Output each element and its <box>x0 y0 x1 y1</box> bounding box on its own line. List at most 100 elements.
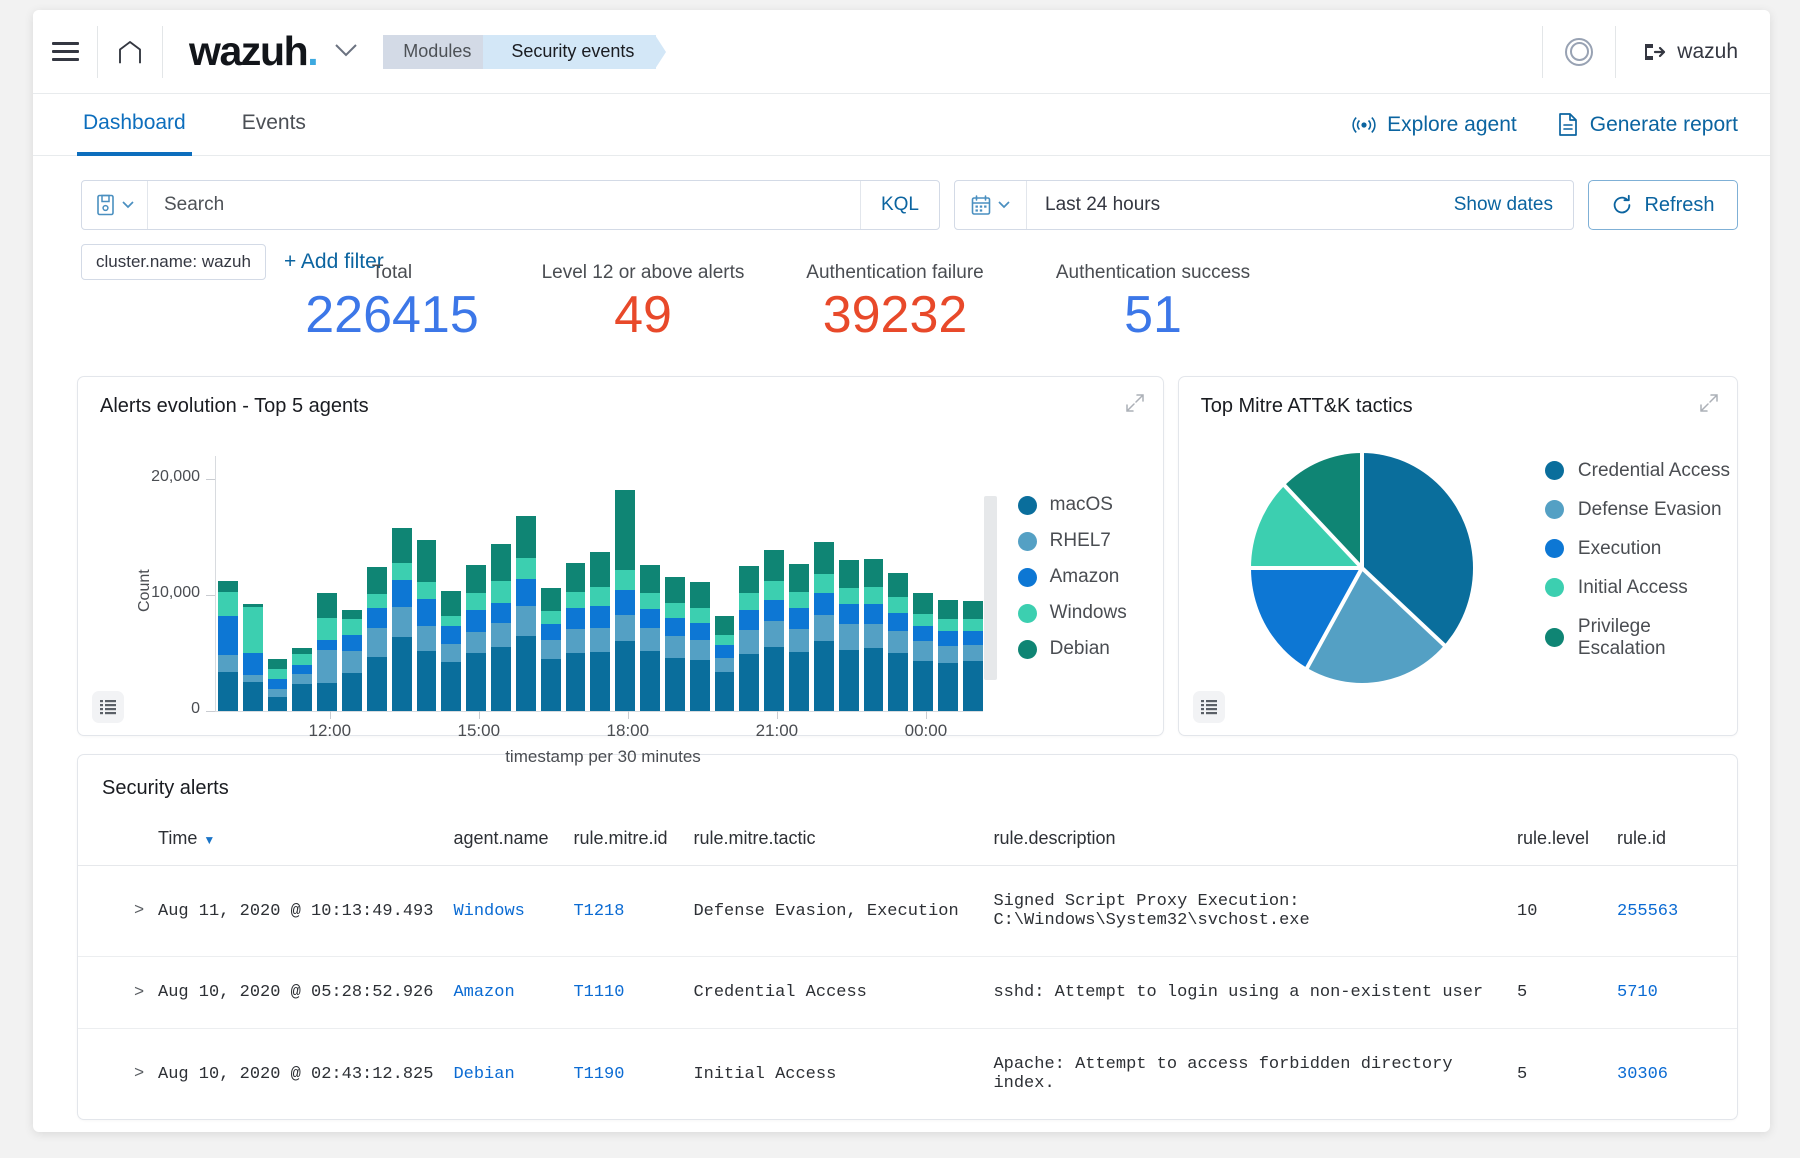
table-row[interactable]: >Aug 10, 2020 @ 02:43:12.825DebianT1190I… <box>78 1029 1737 1120</box>
help-button[interactable] <box>1543 10 1615 94</box>
bar[interactable] <box>317 593 337 711</box>
bar[interactable] <box>268 659 288 711</box>
rule-id-link[interactable]: 30306 <box>1617 1065 1668 1084</box>
bar[interactable] <box>739 566 759 711</box>
bar-segment <box>566 563 586 592</box>
row-expand-caret-icon[interactable]: > <box>134 1065 144 1084</box>
user-menu-button[interactable]: wazuh <box>1616 10 1770 94</box>
mitre-id-link[interactable]: T1190 <box>573 1065 624 1084</box>
legend-color-dot <box>1018 496 1037 515</box>
bar[interactable] <box>764 550 784 711</box>
bar[interactable] <box>690 582 710 711</box>
legend-item[interactable]: Initial Access <box>1545 577 1737 599</box>
x-axis-tick <box>628 711 629 719</box>
legend-item[interactable]: Windows <box>1018 602 1127 624</box>
agent-name-link[interactable]: Amazon <box>453 983 514 1002</box>
bar[interactable] <box>864 559 884 711</box>
bar[interactable] <box>516 516 536 711</box>
bar[interactable] <box>888 573 908 711</box>
table-header-agent-name[interactable]: agent.name <box>443 816 563 866</box>
calendar-quick-select-button[interactable] <box>955 181 1027 229</box>
generate-report-button[interactable]: Generate report <box>1557 112 1738 137</box>
bar[interactable] <box>541 588 561 711</box>
legend-item[interactable]: Amazon <box>1018 566 1127 588</box>
bar[interactable] <box>913 593 933 711</box>
show-dates-button[interactable]: Show dates <box>1434 181 1573 229</box>
table-row[interactable]: >Aug 10, 2020 @ 05:28:52.926AmazonT1110C… <box>78 957 1737 1029</box>
bar-segment <box>913 614 933 627</box>
saved-query-button[interactable] <box>82 181 148 229</box>
mitre-id-link[interactable]: T1218 <box>573 902 624 921</box>
bar[interactable] <box>367 567 387 711</box>
legend-item[interactable]: Defense Evasion <box>1545 499 1737 521</box>
bar[interactable] <box>615 490 635 711</box>
legend-item[interactable]: Credential Access <box>1545 460 1737 482</box>
expand-icon[interactable] <box>1125 393 1145 418</box>
tab-events[interactable]: Events <box>236 94 312 156</box>
bar[interactable] <box>243 604 263 711</box>
agent-name-link[interactable]: Windows <box>453 902 524 921</box>
security-alerts-title: Security alerts <box>78 755 1737 800</box>
rule-id-link[interactable]: 255563 <box>1617 902 1678 921</box>
bar-segment <box>392 607 412 637</box>
inspect-button[interactable] <box>1193 691 1225 723</box>
legend-item[interactable]: RHEL7 <box>1018 530 1127 552</box>
inspect-button[interactable] <box>92 691 124 723</box>
explore-agent-button[interactable]: Explore agent <box>1352 113 1517 137</box>
home-button[interactable] <box>98 10 162 94</box>
legend-item[interactable]: Execution <box>1545 538 1737 560</box>
legend-item[interactable]: Debian <box>1018 638 1127 660</box>
bar[interactable] <box>491 544 511 711</box>
table-header-rule-mitre-id[interactable]: rule.mitre.id <box>563 816 683 866</box>
bar[interactable] <box>392 528 412 711</box>
table-header-rule-mitre-tactic[interactable]: rule.mitre.tactic <box>683 816 983 866</box>
bar[interactable] <box>839 560 859 711</box>
bar-segment <box>690 582 710 608</box>
date-range-display[interactable]: Last 24 hours <box>1027 181 1434 229</box>
bar[interactable] <box>814 542 834 711</box>
table-header-rule-description[interactable]: rule.description <box>983 816 1507 866</box>
table-header-rule-level[interactable]: rule.level <box>1507 816 1607 866</box>
search-input[interactable] <box>148 181 860 229</box>
bar-segment <box>764 581 784 600</box>
bar-segment <box>218 592 238 616</box>
bar[interactable] <box>342 610 362 711</box>
bar[interactable] <box>789 564 809 711</box>
bar-segment <box>441 662 461 711</box>
chart-scrollbar[interactable] <box>984 496 997 680</box>
menu-toggle-button[interactable] <box>33 10 97 94</box>
table-header-Time[interactable]: Time▼ <box>78 816 443 866</box>
kql-toggle-button[interactable]: KQL <box>860 181 939 229</box>
brand-logo[interactable]: wazuh . <box>163 10 371 94</box>
legend-color-dot <box>1545 500 1564 519</box>
breadcrumb-item-modules[interactable]: Modules <box>383 35 493 69</box>
expand-icon[interactable] <box>1699 393 1719 418</box>
bar[interactable] <box>938 600 958 711</box>
chevron-down-icon[interactable] <box>333 42 353 62</box>
bar[interactable] <box>665 577 685 711</box>
bar-segment <box>466 632 486 653</box>
agent-name-link[interactable]: Debian <box>453 1065 514 1084</box>
bar[interactable] <box>441 591 461 712</box>
bar[interactable] <box>218 581 238 711</box>
bar[interactable] <box>466 565 486 711</box>
row-expand-caret-icon[interactable]: > <box>134 983 144 1002</box>
table-row[interactable]: >Aug 11, 2020 @ 10:13:49.493WindowsT1218… <box>78 866 1737 957</box>
bar[interactable] <box>640 565 660 711</box>
rule-id-link[interactable]: 5710 <box>1617 983 1658 1002</box>
bar[interactable] <box>963 601 983 711</box>
table-header-rule-id[interactable]: rule.id <box>1607 816 1737 866</box>
legend-item[interactable]: Privilege Escalation <box>1545 616 1737 660</box>
bar-segment <box>268 669 288 678</box>
bar[interactable] <box>590 552 610 711</box>
mitre-id-link[interactable]: T1110 <box>573 983 624 1002</box>
legend-item[interactable]: macOS <box>1018 494 1127 516</box>
refresh-button[interactable]: Refresh <box>1588 180 1738 230</box>
bar[interactable] <box>566 563 586 711</box>
bar[interactable] <box>292 648 312 711</box>
bar[interactable] <box>715 616 735 711</box>
breadcrumb-item-security-events[interactable]: Security events <box>483 35 656 69</box>
tab-dashboard[interactable]: Dashboard <box>77 94 192 156</box>
row-expand-caret-icon[interactable]: > <box>134 902 144 921</box>
bar[interactable] <box>417 540 437 712</box>
